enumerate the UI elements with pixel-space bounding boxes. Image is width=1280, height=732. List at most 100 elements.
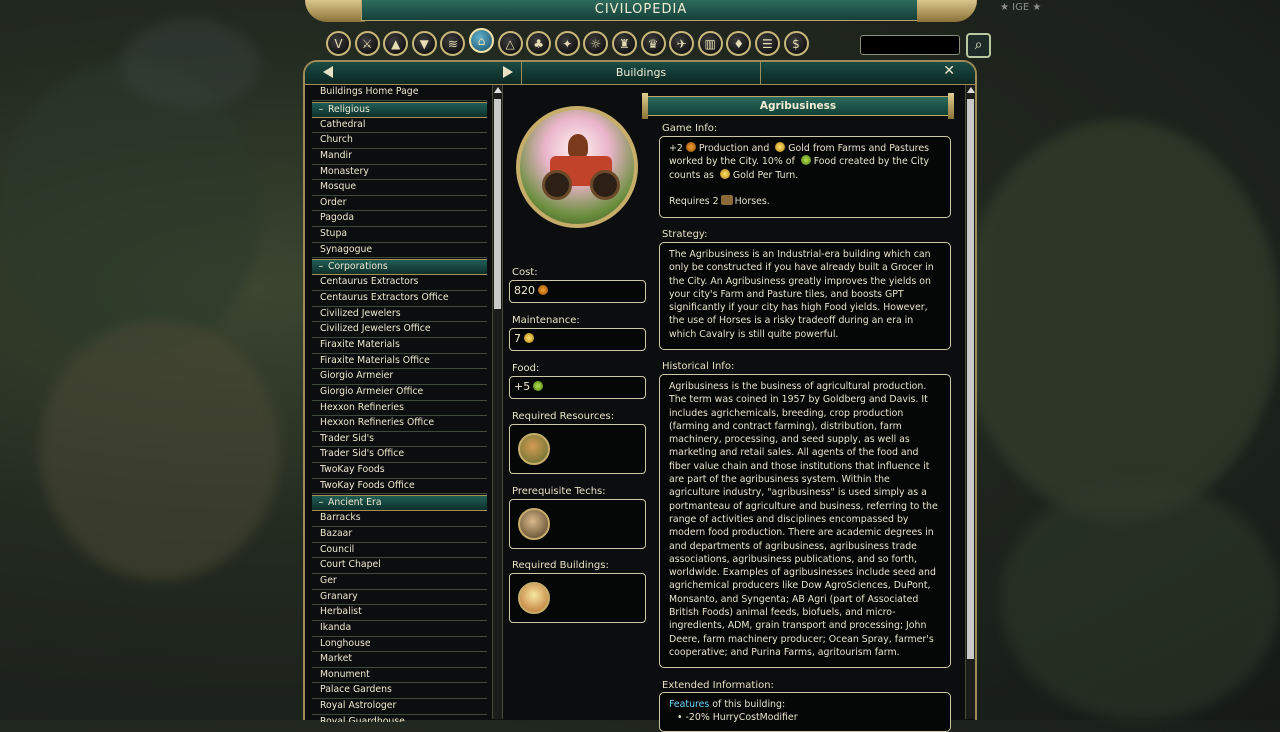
scroll-up-icon[interactable] [967,87,975,93]
list-item[interactable]: Giorgio Armeier [312,369,487,385]
back-arrow-icon[interactable] [323,66,333,78]
list-item[interactable]: Mandir [312,149,487,165]
list-item[interactable]: Hexxon Refineries Office [312,416,487,432]
gold-icon [775,142,786,152]
list-item[interactable]: Herbalist [312,605,487,621]
title-bar: CIVILOPEDIA [305,0,977,24]
list-item[interactable]: Firaxite Materials [312,338,487,354]
list-item[interactable]: Trader Sid's [312,432,487,448]
collapse-icon[interactable]: – [314,260,328,274]
list-item[interactable]: TwoKay Foods Office [312,479,487,495]
category-bar: V ⚔ ▲ ▼ ≋ ⌂ △ ♣ ✦ ☼ ♜ ♛ ✈ ▥ ♦ ☰ $ [326,28,809,59]
list-item[interactable]: Synagogue [312,243,487,259]
content-scrollbar[interactable] [965,85,975,719]
list-item[interactable]: TwoKay Foods [312,463,487,479]
list-item[interactable]: Mosque [312,180,487,196]
game-info-label: Game Info: [662,123,718,134]
list-item[interactable]: Hexxon Refineries [312,401,487,417]
city-states-icon: ♜ [619,36,630,51]
category-technologies-button[interactable]: ≋ [440,31,466,56]
list-item[interactable]: Court Chapel [312,558,487,574]
technologies-icon: ≋ [447,36,458,51]
nav-bar: Buildings ✕ [305,62,975,85]
list-item[interactable]: Church [312,133,487,149]
close-icon[interactable]: ✕ [943,63,955,79]
tech-icon[interactable] [518,508,550,540]
list-item[interactable]: Monument [312,668,487,684]
list-item[interactable]: Ger [312,574,487,590]
list-item-home[interactable]: Buildings Home Page [312,85,487,101]
list-item[interactable]: Market [312,652,487,668]
category-city-states-button[interactable]: ♜ [611,31,637,56]
list-item[interactable]: Barracks [312,511,487,528]
list-item[interactable]: Giorgio Armeier Office [312,385,487,401]
historical-info-label: Historical Info: [662,361,735,372]
game-concepts-icon: V [334,36,343,51]
units-icon: ▲ [391,36,401,51]
scroll-up-icon[interactable] [494,87,502,93]
list-item[interactable]: Ikanda [312,621,487,637]
list-item[interactable]: Royal Astrologer [312,699,487,715]
list-item[interactable]: Bazaar [312,527,487,543]
economy-icon: $ [792,36,800,51]
category-game-concepts-button[interactable]: V [326,31,351,56]
category-natural-wonders-button[interactable]: ♣ [526,31,552,56]
list-item[interactable]: Centaurus Extractors [312,275,487,292]
category-resources-button[interactable]: ▥ [697,31,723,56]
features-link[interactable]: Features [669,699,709,710]
list-item[interactable]: Cathedral [312,118,487,134]
list-item[interactable]: Palace Gardens [312,683,487,700]
list-item[interactable]: Centaurus Extractors Office [312,291,487,307]
list-item[interactable]: Monastery [312,165,487,181]
list-section-header[interactable]: – Religious [312,101,487,118]
category-units-button[interactable]: ▲ [383,31,409,56]
list-scrollbar[interactable] [492,85,503,719]
civilizations-icon: ⚔ [361,36,373,51]
category-improvements-button[interactable]: ♦ [726,31,752,56]
building-list: Buildings Home Page – Religious Cathedral Ch… [312,85,487,722]
category-economy-button[interactable]: $ [783,31,809,56]
great-people-icon: ☼ [590,36,602,51]
list-item[interactable]: Royal Guardhouse [312,715,487,722]
gold-icon [719,168,730,179]
improvements-icon: ♦ [733,36,745,51]
list-item[interactable]: Civilized Jewelers [312,307,487,323]
category-religions-button[interactable]: ☰ [754,31,780,56]
requirement-text: Horses. [734,195,770,207]
list-section-header[interactable]: – Ancient Era [312,495,487,512]
category-promotions-button[interactable]: ▼ [411,31,437,56]
list-item[interactable]: Order [312,196,487,212]
list-section-header[interactable]: – Corporations [312,259,487,276]
category-terrain-button[interactable]: ✈ [669,31,695,56]
search-input[interactable] [860,35,960,55]
list-item[interactable]: Civilized Jewelers Office [312,322,487,338]
list-item[interactable]: Longhouse [312,637,487,653]
category-leaders-button[interactable]: ♛ [640,31,666,56]
list-scroll-thumb[interactable] [494,99,501,309]
title-ornament-left [305,0,365,22]
buildings-icon: ⌂ [477,33,486,48]
game-info-text: Gold Per Turn. [732,169,799,181]
map-terrain [40,320,280,580]
content-scroll-thumb[interactable] [967,99,974,659]
search-button[interactable]: ⌕ [966,33,991,58]
horses-resource-icon[interactable] [518,433,550,465]
list-item[interactable]: Council [312,543,487,559]
forward-arrow-icon[interactable] [503,66,513,78]
list-item[interactable]: Firaxite Materials Office [312,354,487,370]
category-wonders-button[interactable]: △ [497,31,523,56]
collapse-icon[interactable]: – [314,103,328,117]
list-item[interactable]: Trader Sid's Office [312,447,487,464]
list-item[interactable]: Stupa [312,227,487,243]
category-civilizations-button[interactable]: ⚔ [354,31,380,56]
food-label: Food: [512,363,540,374]
category-buildings-button[interactable]: ⌂ [468,28,494,53]
category-great-people-button[interactable]: ☼ [583,31,609,56]
category-policies-button[interactable]: ✦ [554,31,580,56]
terrain-icon: ✈ [676,36,687,51]
list-item[interactable]: Granary [312,590,487,606]
section-label: Religious [328,103,370,115]
grocer-building-icon[interactable] [518,582,550,614]
list-item[interactable]: Pagoda [312,211,487,228]
collapse-icon[interactable]: – [314,496,328,510]
